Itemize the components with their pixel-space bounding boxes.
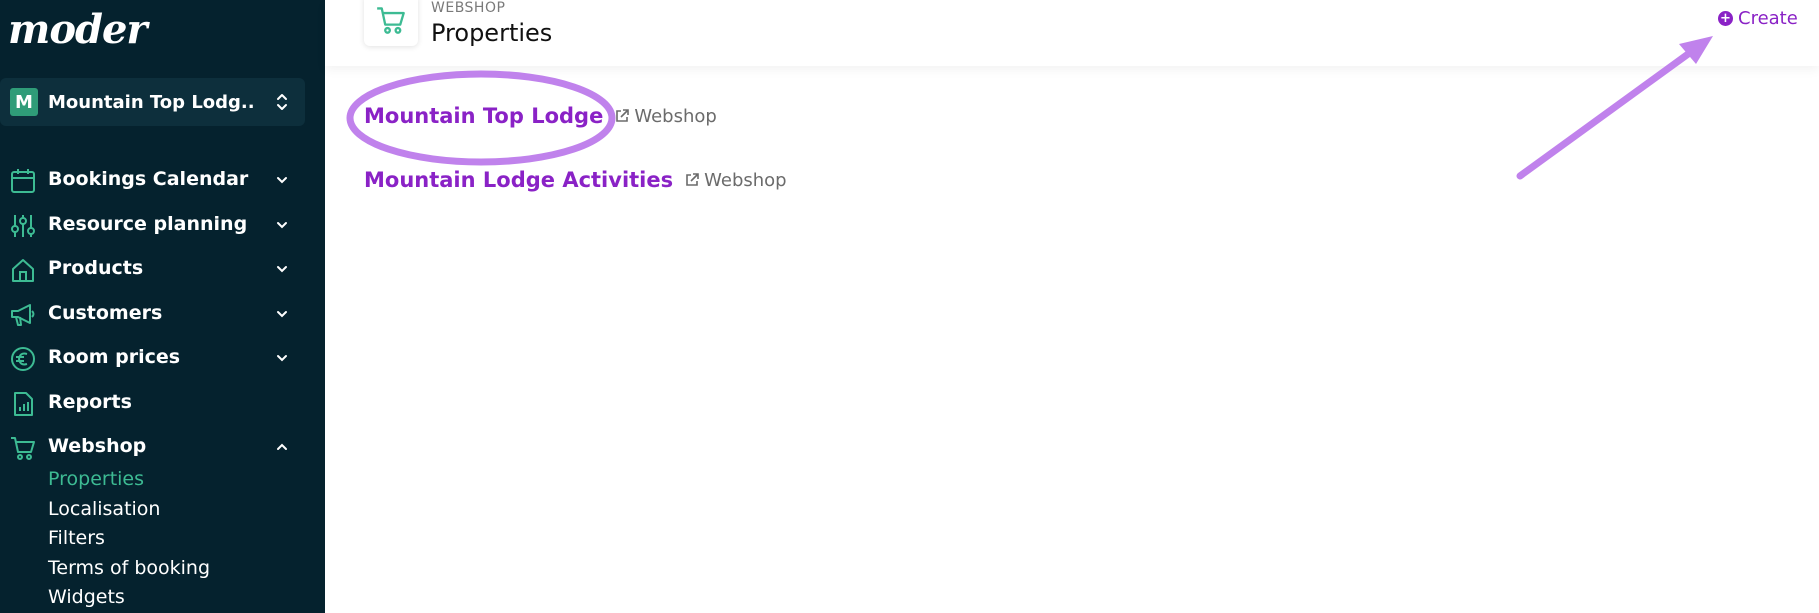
external-link-icon — [686, 173, 699, 186]
sidebar-item-products[interactable]: Products — [0, 247, 305, 292]
header-section-label: WEBSHOP — [431, 0, 506, 16]
property-row: Mountain Top Lodge Webshop — [364, 104, 717, 128]
webshop-external-link[interactable]: Webshop — [685, 169, 787, 191]
euro-icon — [11, 347, 35, 371]
cart-icon — [377, 7, 405, 34]
chevron-down-icon — [277, 355, 287, 362]
sidebar-item-label: Reports — [48, 390, 132, 413]
sidebar-item-customers[interactable]: Customers — [0, 292, 305, 337]
annotation-arrow — [1516, 45, 1699, 180]
property-switcher[interactable]: M Mountain Top Lodg... — [0, 78, 305, 126]
property-avatar: M — [10, 88, 38, 116]
report-icon — [14, 391, 33, 416]
sidebar-item-webshop[interactable]: Webshop — [0, 425, 305, 470]
sidebar-item-resource-planning[interactable]: Resource planning — [0, 203, 305, 248]
sidebar-item-room-prices[interactable]: Room prices — [0, 336, 305, 381]
sidebar-item-label: Room prices — [48, 346, 181, 368]
megaphone-icon — [11, 303, 35, 326]
chevron-up-icon — [277, 443, 287, 450]
home-icon — [12, 259, 34, 282]
page-title: Properties — [431, 19, 553, 47]
webshop-subnav: Properties Localisation Filters Terms of… — [48, 468, 210, 613]
subnav-item-properties[interactable]: Properties — [48, 468, 210, 498]
external-link-icon — [616, 109, 630, 122]
calendar-icon — [11, 169, 35, 193]
property-link[interactable]: Mountain Lodge Activities — [364, 168, 673, 192]
create-button[interactable]: + Create — [1718, 8, 1798, 29]
property-link[interactable]: Mountain Top Lodge — [364, 104, 603, 128]
sliders-icon — [11, 214, 35, 237]
subnav-item-widgets[interactable]: Widgets — [48, 586, 210, 613]
plus-circle-icon: + — [1718, 11, 1733, 26]
property-switcher-name: Mountain Top Lodg... — [48, 91, 253, 113]
webshop-link-label: Webshop — [704, 169, 787, 191]
subnav-item-terms-of-booking[interactable]: Terms of booking — [48, 557, 210, 587]
page-header: WEBSHOP Properties + Create — [325, 0, 1819, 66]
moder-logo[interactable]: moder — [8, 6, 147, 53]
chevron-down-icon — [277, 221, 287, 228]
chevron-down-icon — [277, 177, 287, 184]
sidebar-item-label: Bookings Calendar — [48, 168, 249, 190]
sidebar-item-label: Resource planning — [48, 212, 248, 235]
chevron-down-icon — [277, 310, 287, 317]
header-icon-box — [364, 0, 418, 46]
chevron-down-icon — [277, 266, 287, 273]
chevron-updown-icon — [277, 94, 287, 110]
cart-icon — [11, 437, 35, 460]
sidebar-nav: Bookings Calendar Resource planning Prod… — [0, 158, 305, 470]
sidebar-item-bookings-calendar[interactable]: Bookings Calendar — [0, 158, 305, 203]
create-button-label: Create — [1738, 8, 1798, 29]
sidebar-item-label: Customers — [48, 301, 163, 324]
property-row: Mountain Lodge Activities Webshop — [364, 168, 787, 192]
subnav-item-localisation[interactable]: Localisation — [48, 498, 210, 528]
sidebar: moder M Mountain Top Lodg... Bookings Ca… — [0, 0, 325, 613]
sidebar-item-label: Products — [48, 257, 144, 279]
subnav-item-filters[interactable]: Filters — [48, 527, 210, 557]
webshop-external-link[interactable]: Webshop — [615, 105, 717, 127]
sidebar-item-reports[interactable]: Reports — [0, 381, 305, 426]
sidebar-item-label: Webshop — [48, 435, 147, 457]
webshop-link-label: Webshop — [634, 105, 717, 127]
